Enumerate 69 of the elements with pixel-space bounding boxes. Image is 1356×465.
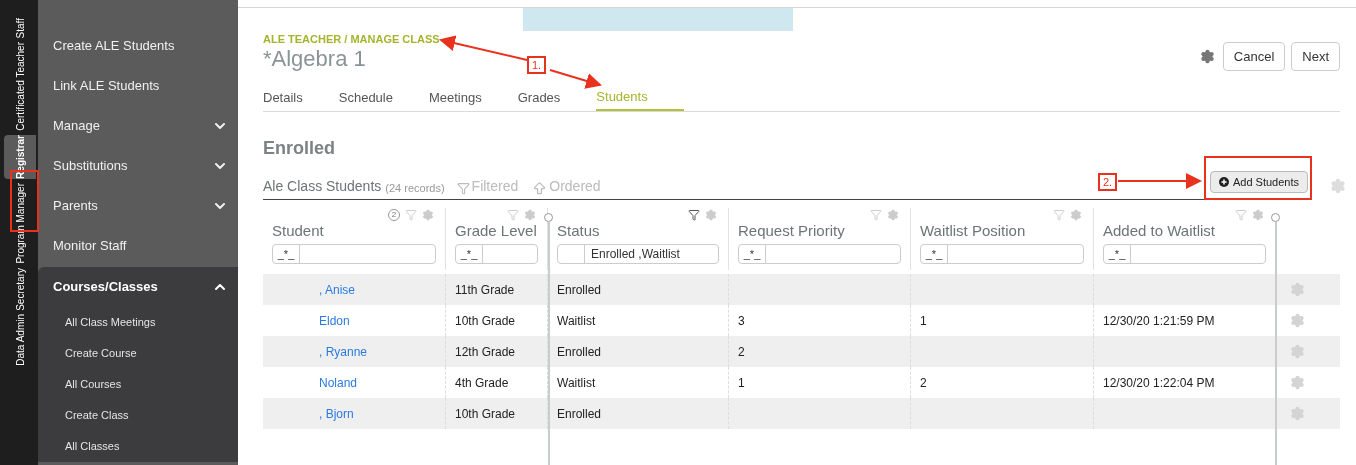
column-header: Grade Level <box>455 222 538 240</box>
table-cell-text: Enrolled <box>557 281 602 299</box>
tab[interactable]: Schedule <box>338 84 429 111</box>
action-button[interactable]: Cancel <box>1222 42 1286 71</box>
page-title: *Algebra 1 <box>263 46 367 72</box>
action-button[interactable]: Next <box>1291 42 1340 71</box>
sidebar-item[interactable]: Create ALE Students <box>38 26 238 66</box>
filter-operator: _*_ <box>460 246 478 262</box>
record-count: (24 records) <box>385 180 445 196</box>
breadcrumb: ALE TEACHER / MANAGE CLASS <box>263 32 440 46</box>
sidebar-group[interactable]: Parents <box>38 186 238 226</box>
tab[interactable]: Details <box>263 84 339 111</box>
annotation-label: 2. <box>1098 173 1118 191</box>
grid-title: Ale Class Students <box>263 177 382 196</box>
table-cell-text: Waitlist <box>557 374 596 392</box>
filter-operator: _*_ <box>925 246 943 262</box>
annotation-label: 1. <box>527 56 547 74</box>
sidebar-subitem[interactable]: All Class Meetings <box>38 307 238 338</box>
table-cell-text: 10th Grade <box>455 312 516 330</box>
table-cell-text: Enrolled <box>557 343 602 361</box>
section-title: Enrolled <box>263 137 336 159</box>
filter-field[interactable]: _*_ <box>1103 244 1266 264</box>
table-cell-text: 11th Grade <box>455 281 515 299</box>
add-students-button[interactable]: Add Students <box>1209 171 1308 193</box>
column-header: Added to Waitlist <box>1103 222 1216 240</box>
column-header: Student <box>272 222 325 240</box>
table-cell-text: 12/30/20 1:22:04 PM <box>1103 374 1215 392</box>
filter-field[interactable]: _*_ <box>272 244 436 264</box>
filter-operator: _*_ <box>277 246 295 262</box>
table-cell-text: Enrolled <box>557 405 602 423</box>
student-link[interactable]: , Bjorn <box>319 404 354 423</box>
table-cell-text: 12th Grade <box>455 343 516 361</box>
sidebar-subitem[interactable]: All Classes <box>38 431 238 462</box>
sidebar-subitem[interactable]: Create Course <box>38 338 238 369</box>
student-link[interactable]: , Anise <box>319 280 356 299</box>
sidebar-group[interactable]: Substitutions <box>38 146 238 186</box>
table-cell-text: 12/30/20 1:21:59 PM <box>1103 312 1215 330</box>
filter-operator: _*_ <box>743 246 761 262</box>
student-link[interactable]: , Ryanne <box>319 342 368 361</box>
filter-field[interactable]: _*_ <box>738 244 901 264</box>
table-cell-text: 1 <box>920 312 927 330</box>
filter-operator: _*_ <box>1108 246 1126 262</box>
column-header: Status <box>557 222 601 240</box>
sidebar-group[interactable]: Manage <box>38 106 238 146</box>
filter-field[interactable]: _*_ <box>455 244 538 264</box>
sidebar-subitem[interactable]: All Courses <box>38 369 238 400</box>
tab[interactable]: Meetings <box>428 84 518 111</box>
role-tab[interactable]: Registrar <box>4 135 36 180</box>
ordered-label: Ordered <box>549 177 601 196</box>
table-cell-text: 4th Grade <box>455 374 509 392</box>
filter-field[interactable]: _*_ <box>920 244 1084 264</box>
column-header: Request Priority <box>738 222 846 240</box>
student-link[interactable]: Noland <box>319 373 358 392</box>
table-cell-text: 1 <box>738 374 745 392</box>
sidebar-item[interactable]: Monitor Staff <box>38 226 238 266</box>
table-cell-text: Waitlist <box>557 312 596 330</box>
filter-field[interactable]: Enrolled ,Waitlist <box>557 244 719 264</box>
table-cell-text: 2 <box>738 343 745 361</box>
tab[interactable]: Grades <box>517 84 597 111</box>
table-cell-text: 2 <box>920 374 927 392</box>
filtered-label: Filtered <box>471 177 519 196</box>
table-cell-text: 10th Grade <box>455 405 516 423</box>
student-link[interactable]: Eldon <box>319 311 350 330</box>
sidebar-subitem[interactable]: Create Class <box>38 400 238 431</box>
sidebar-group[interactable]: Courses/Classes <box>38 267 238 307</box>
table-cell-text: 3 <box>738 312 745 330</box>
sidebar-item[interactable]: Link ALE Students <box>38 66 238 106</box>
filter-value: Enrolled ,Waitlist <box>590 246 680 263</box>
column-header: Waitlist Position <box>920 222 1027 240</box>
